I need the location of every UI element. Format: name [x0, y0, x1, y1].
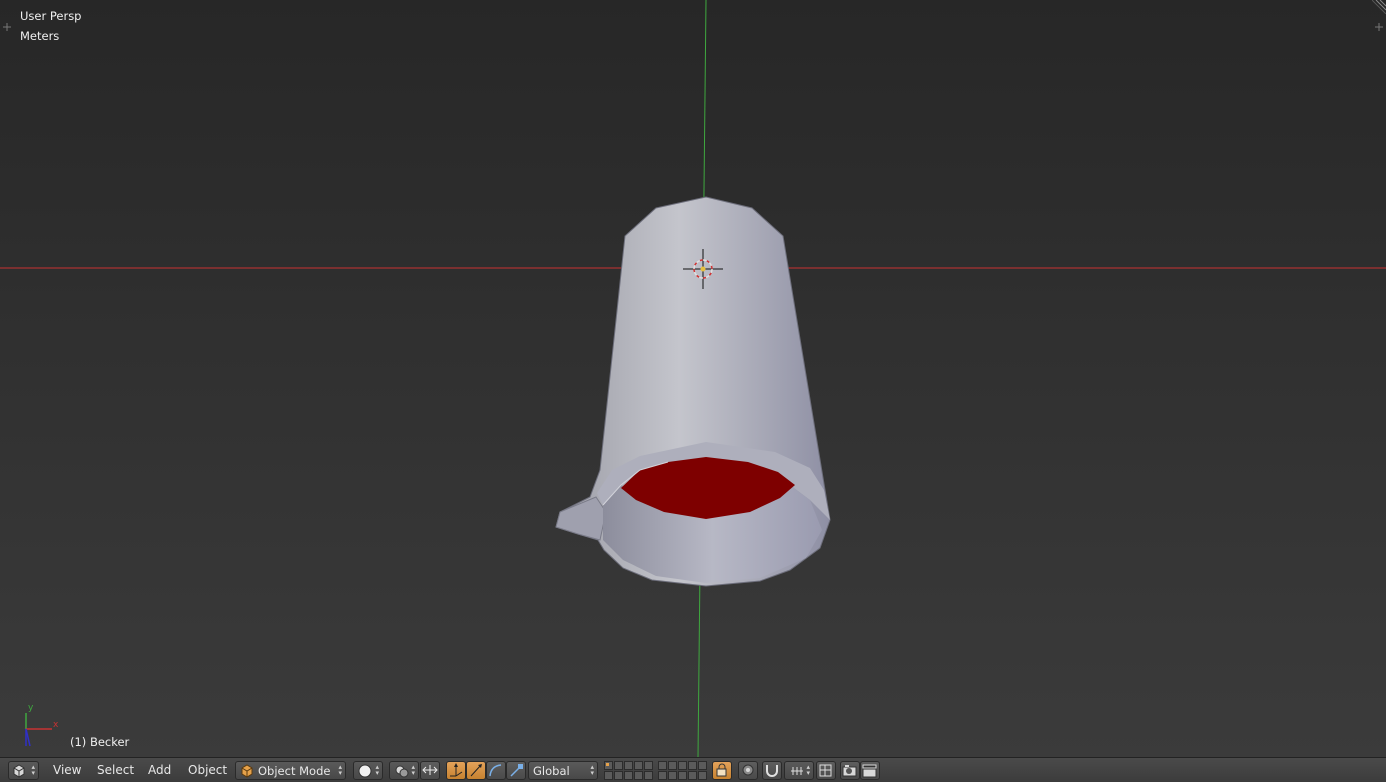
magnet-icon: [766, 765, 778, 777]
menu-object[interactable]: Object: [188, 763, 227, 777]
pivot-point-dropdown[interactable]: ▴ ▾: [389, 761, 419, 780]
snap-increment-icon: [791, 766, 803, 775]
layers-group-2[interactable]: [658, 761, 707, 780]
opengl-render-button[interactable]: [816, 761, 836, 780]
menu-select[interactable]: Select: [97, 763, 134, 777]
scene-canvas[interactable]: y x: [0, 0, 1386, 757]
active-layer-dot: [606, 763, 609, 766]
render-still-button[interactable]: [840, 761, 860, 780]
object-mode-icon: [241, 763, 253, 778]
translate-manipulator-button[interactable]: [446, 761, 466, 780]
snap-element-dropdown[interactable]: ▴ ▾: [784, 761, 814, 780]
snap-toggle-button[interactable]: [762, 761, 782, 780]
transform-orientation-dropdown[interactable]: Global ▴ ▾: [528, 761, 598, 780]
manipulator-toggle[interactable]: [420, 761, 440, 780]
rotate-arrow-icon: [470, 764, 482, 777]
proportional-circle-icon: [742, 764, 754, 776]
3d-viewport[interactable]: y x User Persp Meters (1) Becker: [0, 0, 1386, 757]
editor-type-button[interactable]: ▴ ▾: [8, 761, 39, 780]
transform-arrows-icon: [422, 765, 438, 775]
area-split-handle-right[interactable]: [1374, 22, 1384, 32]
viewport-shading-dropdown[interactable]: ▴ ▾: [353, 761, 383, 780]
gizmo-y-label: y: [28, 703, 34, 713]
rotate-manipulator-button[interactable]: [466, 761, 486, 780]
becker-mesh[interactable]: [555, 196, 831, 587]
orientation-label: Global: [533, 763, 570, 778]
scale-arrow-icon: [510, 764, 523, 777]
scale-manipulator-button[interactable]: [506, 761, 526, 780]
gizmo-x-label: x: [53, 720, 59, 730]
layers-group-1[interactable]: [604, 761, 653, 780]
rotate-arc-manipulator-button[interactable]: [486, 761, 506, 780]
clapperboard-icon: [862, 764, 877, 778]
proportional-edit-button[interactable]: [738, 761, 758, 780]
render-animation-button[interactable]: [860, 761, 880, 780]
mode-dropdown[interactable]: Object Mode ▴ ▾: [235, 761, 346, 780]
active-object-label: (1) Becker: [70, 735, 130, 749]
render-grid-icon: [819, 764, 832, 777]
menu-add[interactable]: Add: [148, 763, 171, 777]
menu-view[interactable]: View: [53, 763, 81, 777]
units-label: Meters: [20, 29, 60, 43]
area-split-handle-left[interactable]: [2, 22, 12, 32]
mode-label: Object Mode: [258, 763, 331, 778]
3d-view-header: ▴ ▾ View Select Add Object Object Mode ▴ ▾…: [0, 757, 1386, 782]
solid-sphere-icon: [358, 764, 372, 777]
translate-arrow-icon: [450, 763, 463, 777]
view-perspective-label: User Persp: [20, 9, 82, 23]
pivot-point-icon: [395, 765, 409, 777]
area-corner-handle[interactable]: [1372, 0, 1386, 14]
camera-icon: [842, 765, 857, 777]
3d-view-icon: [13, 763, 25, 778]
lock-icon: [716, 763, 727, 777]
axis-gizmo: y x: [25, 703, 59, 747]
lock-layers-button[interactable]: [712, 761, 732, 780]
rotate-arc-icon: [489, 764, 502, 777]
